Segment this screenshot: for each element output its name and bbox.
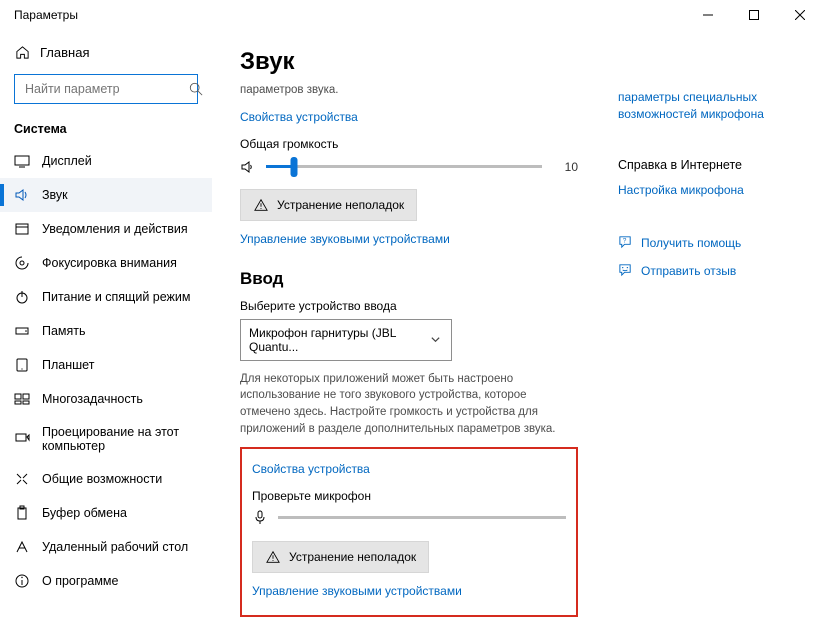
microphone-icon [252,509,268,525]
power-icon [14,289,30,305]
sidebar-item-label: О программе [42,574,118,588]
master-volume-value: 10 [552,160,578,174]
sidebar-item-clipboard[interactable]: Буфер обмена [0,496,212,530]
page-title: Звук [240,48,578,76]
accessibility-mic-link[interactable]: параметры специальных возможностей микро… [618,89,798,123]
shared-icon [14,471,30,487]
remote-desktop-icon [14,539,30,555]
sidebar-item-label: Звук [42,188,68,202]
about-icon [14,573,30,589]
projecting-icon [14,431,30,447]
window-title: Параметры [0,8,78,22]
close-button[interactable] [777,0,823,30]
sidebar-item-power[interactable]: Питание и спящий режим [0,280,212,314]
master-volume-label: Общая громкость [240,137,578,151]
input-device-dropdown[interactable]: Микрофон гарнитуры (JBL Quantu... [240,319,452,361]
input-troubleshoot-button[interactable]: Устранение неполадок [252,541,429,573]
sidebar-item-label: Удаленный рабочий стол [42,540,188,554]
get-help-link[interactable]: ? Получить помощь [618,234,798,252]
sidebar-item-label: Память [42,324,86,338]
btn-label: Устранение неполадок [277,198,404,212]
display-icon [14,153,30,169]
web-help-heading: Справка в Интернете [618,158,798,172]
feedback-link[interactable]: Отправить отзыв [618,262,798,280]
speaker-icon [240,159,256,175]
sound-icon [14,187,30,203]
input-device-properties-link[interactable]: Свойства устройства [252,462,370,476]
window-controls [685,0,823,30]
output-troubleshoot-button[interactable]: Устранение неполадок [240,189,417,221]
feedback-label: Отправить отзыв [641,264,736,278]
input-heading: Ввод [240,269,578,289]
maximize-button[interactable] [731,0,777,30]
warning-icon [265,549,281,565]
search-input[interactable] [23,81,188,97]
sidebar-item-remote-desktop[interactable]: Удаленный рабочий стол [0,530,212,564]
test-mic-label: Проверьте микрофон [252,489,566,503]
master-volume-slider[interactable]: 10 [240,159,578,175]
sidebar-item-label: Фокусировка внимания [42,256,177,270]
right-column: параметры специальных возможностей микро… [618,48,798,625]
chevron-down-icon [427,332,443,348]
main-content: Звук параметров звука. Свойства устройст… [212,30,823,625]
sidebar-item-notifications[interactable]: Уведомления и действия [0,212,212,246]
sidebar-item-storage[interactable]: Память [0,314,212,348]
warning-icon [253,197,269,213]
sidebar: Главная Система Дисплей Звук Уведомления… [0,30,212,625]
sidebar-item-tablet[interactable]: Планшет [0,348,212,382]
manage-output-devices-link[interactable]: Управление звуковыми устройствами [240,232,450,246]
sidebar-item-sound[interactable]: Звук [0,178,212,212]
sidebar-item-focus-assist[interactable]: Фокусировка внимания [0,246,212,280]
clipboard-icon [14,505,30,521]
minimize-button[interactable] [685,0,731,30]
highlighted-region: Свойства устройства Проверьте микрофон У… [240,447,578,617]
home-label: Главная [40,45,89,60]
sidebar-item-label: Уведомления и действия [42,222,188,236]
sidebar-item-label: Многозадачность [42,392,143,406]
sidebar-item-label: Дисплей [42,154,92,168]
choose-input-label: Выберите устройство ввода [240,299,578,313]
feedback-icon [618,262,633,280]
help-icon: ? [618,234,633,252]
sidebar-item-label: Общие возможности [42,472,162,486]
mic-setup-link[interactable]: Настройка микрофона [618,183,744,197]
svg-text:?: ? [623,237,627,244]
output-device-properties-link[interactable]: Свойства устройства [240,110,358,124]
slider-thumb[interactable] [290,157,297,177]
sidebar-item-display[interactable]: Дисплей [0,144,212,178]
sidebar-item-label: Планшет [42,358,94,372]
mic-level-meter [252,509,566,525]
sidebar-item-label: Проецирование на этот компьютер [42,425,198,453]
home-icon [14,44,30,60]
sidebar-section-label: Система [0,118,212,144]
input-note: Для некоторых приложений может быть наст… [240,371,578,438]
sidebar-item-label: Буфер обмена [42,506,127,520]
home-link[interactable]: Главная [0,36,212,70]
multitasking-icon [14,391,30,407]
dropdown-value: Микрофон гарнитуры (JBL Quantu... [249,326,427,354]
sidebar-item-multitasking[interactable]: Многозадачность [0,382,212,416]
search-box[interactable] [14,74,198,104]
slider-track[interactable] [266,165,542,168]
tablet-icon [14,357,30,373]
help-label: Получить помощь [641,236,741,250]
focus-icon [14,255,30,271]
sidebar-item-label: Питание и спящий режим [42,290,190,304]
titlebar: Параметры [0,0,823,30]
sidebar-item-about[interactable]: О программе [0,564,212,598]
sidebar-item-projecting[interactable]: Проецирование на этот компьютер [0,416,212,462]
sidebar-item-shared[interactable]: Общие возможности [0,462,212,496]
storage-icon [14,323,30,339]
search-icon [188,81,204,97]
manage-input-devices-link[interactable]: Управление звуковыми устройствами [252,584,462,598]
btn-label: Устранение неполадок [289,550,416,564]
notifications-icon [14,221,30,237]
partial-text: параметров звука. [240,82,578,99]
mic-track [278,516,566,519]
